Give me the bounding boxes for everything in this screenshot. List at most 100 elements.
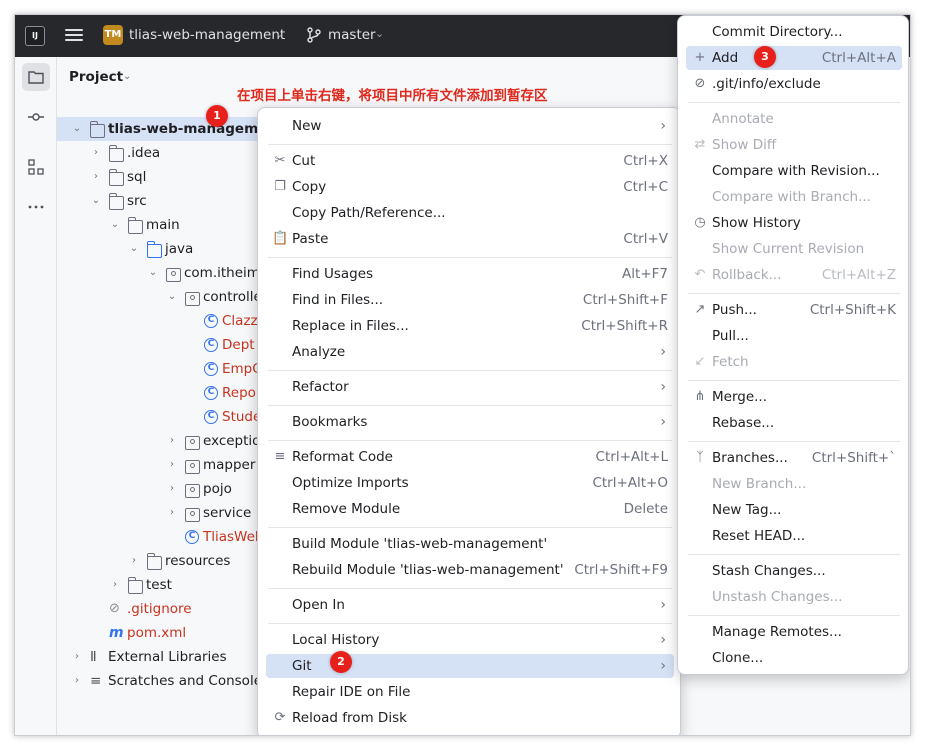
resources-folder-icon	[146, 553, 162, 570]
chevron-right-icon[interactable]: ›	[166, 453, 178, 477]
chevron-right-icon[interactable]: ›	[71, 669, 83, 693]
maven-icon: m	[109, 625, 124, 641]
step-badge-1: 1	[206, 105, 228, 127]
chevron-right-icon[interactable]: ›	[90, 141, 102, 165]
menu-item-show-current-revision[interactable]: Show Current Revision	[686, 237, 902, 261]
menu-item-reload-disk[interactable]: ⟳ Reload from Disk	[266, 706, 674, 730]
menu-item-git[interactable]: Git ›	[266, 654, 674, 678]
main-menu-icon[interactable]	[65, 26, 83, 44]
menu-separator	[268, 405, 672, 406]
menu-item-cut[interactable]: ✂ Cut Ctrl+X	[266, 149, 674, 173]
menu-separator	[268, 623, 672, 624]
menu-item-reformat-code[interactable]: ≡ Reformat Code Ctrl+Alt+L	[266, 445, 674, 469]
project-switcher[interactable]: tlias-web-management	[129, 27, 285, 43]
menu-item-merge[interactable]: ⋔ Merge...	[686, 385, 902, 409]
menu-item-git-exclude[interactable]: ⊘ .git/info/exclude	[686, 72, 902, 96]
menu-item-find-usages[interactable]: Find Usages Alt+F7	[266, 262, 674, 286]
chevron-right-icon: ›	[660, 414, 666, 430]
menu-separator	[268, 588, 672, 589]
menu-item-bookmarks[interactable]: Bookmarks ›	[266, 410, 674, 434]
menu-item-show-diff[interactable]: ⇄ Show Diff	[686, 133, 902, 157]
menu-item-local-history[interactable]: Local History ›	[266, 628, 674, 652]
structure-tool-button[interactable]	[22, 153, 50, 181]
menu-item-paste[interactable]: 📋 Paste Ctrl+V	[266, 227, 674, 251]
menu-item-branches[interactable]: ᛉ Branches... Ctrl+Shift+`	[686, 446, 902, 470]
chevron-right-icon[interactable]: ›	[166, 501, 178, 525]
package-icon	[185, 508, 200, 522]
chevron-down-icon[interactable]: ⌄	[275, 27, 284, 40]
menu-item-pull[interactable]: Pull...	[686, 324, 902, 348]
menu-item-clone[interactable]: Clone...	[686, 646, 902, 670]
chevron-right-icon[interactable]: ›	[109, 573, 121, 597]
menu-item-rebase[interactable]: Rebase...	[686, 411, 902, 435]
menu-separator	[688, 293, 900, 294]
menu-item-build-module[interactable]: Build Module 'tlias-web-management'	[266, 532, 674, 556]
menu-item-new-branch[interactable]: New Branch...	[686, 472, 902, 496]
menu-item-add[interactable]: + Add Ctrl+Alt+A	[686, 46, 902, 70]
tree-item-label: test	[146, 577, 172, 593]
menu-item-replace-in-files[interactable]: Replace in Files... Ctrl+Shift+R	[266, 314, 674, 338]
chevron-right-icon[interactable]: ›	[71, 645, 83, 669]
menu-item-analyze[interactable]: Analyze ›	[266, 340, 674, 364]
chevron-down-icon[interactable]: ⌄	[109, 213, 121, 237]
tree-item-label: controlle	[203, 289, 262, 305]
menu-item-rollback[interactable]: ↶ Rollback... Ctrl+Alt+Z	[686, 263, 902, 287]
menu-item-open-in[interactable]: Open In ›	[266, 593, 674, 617]
chevron-right-icon[interactable]: ›	[166, 477, 178, 501]
menu-item-copy[interactable]: ❐ Copy Ctrl+C	[266, 175, 674, 199]
app-logo[interactable]: IJ	[25, 26, 45, 46]
menu-item-find-in-files[interactable]: Find in Files... Ctrl+Shift+F	[266, 288, 674, 312]
tree-item-label: EmpC	[222, 361, 262, 377]
menu-item-compare-branch[interactable]: Compare with Branch...	[686, 185, 902, 209]
chevron-down-icon[interactable]: ⌄	[90, 189, 102, 213]
step-badge-3: 3	[754, 46, 776, 68]
chevron-down-icon[interactable]: ⌄	[166, 285, 178, 309]
project-tool-button[interactable]	[22, 63, 50, 91]
tree-item-label: exceptio	[203, 433, 261, 449]
project-badge[interactable]: TM	[103, 25, 123, 45]
chevron-down-icon[interactable]: ⌄	[128, 237, 140, 261]
chevron-down-icon[interactable]: ⌄	[123, 71, 131, 82]
tree-item-label: External Libraries	[108, 649, 227, 665]
panel-title[interactable]: Project	[69, 69, 123, 85]
menu-item-show-history[interactable]: ◷ Show History	[686, 211, 902, 235]
menu-item-refactor[interactable]: Refactor ›	[266, 375, 674, 399]
menu-item-new-tag[interactable]: New Tag...	[686, 498, 902, 522]
step-badge-2: 2	[330, 651, 352, 673]
commit-tool-button[interactable]	[22, 103, 50, 131]
menu-separator	[688, 102, 900, 103]
menu-separator	[268, 527, 672, 528]
chevron-down-icon[interactable]: ⌄	[71, 117, 83, 141]
menu-item-stash[interactable]: Stash Changes...	[686, 559, 902, 583]
scissors-icon: ✂	[274, 153, 286, 168]
menu-item-commit-directory[interactable]: Commit Directory...	[686, 20, 902, 44]
class-icon: C	[204, 314, 218, 328]
menu-item-copy-path[interactable]: Copy Path/Reference...	[266, 201, 674, 225]
menu-item-reset-head[interactable]: Reset HEAD...	[686, 524, 902, 548]
chevron-right-icon[interactable]: ›	[128, 549, 140, 573]
tree-item-label: TliasWeb	[203, 529, 264, 545]
branch-switcher[interactable]: master	[328, 27, 376, 43]
package-icon	[185, 460, 200, 474]
clock-icon: ◷	[694, 215, 706, 230]
menu-item-unstash[interactable]: Unstash Changes...	[686, 585, 902, 609]
menu-item-compare-revision[interactable]: Compare with Revision...	[686, 159, 902, 183]
menu-item-annotate[interactable]: Annotate	[686, 107, 902, 131]
menu-item-push[interactable]: ↗ Push... Ctrl+Shift+K	[686, 298, 902, 322]
paste-icon: 📋	[272, 231, 289, 246]
menu-item-new[interactable]: New ›	[266, 114, 674, 138]
menu-item-optimize-imports[interactable]: Optimize Imports Ctrl+Alt+O	[266, 471, 674, 495]
chevron-right-icon[interactable]: ›	[166, 429, 178, 453]
menu-item-manage-remotes[interactable]: Manage Remotes...	[686, 620, 902, 644]
spring-class-icon: C	[185, 530, 199, 544]
menu-item-remove-module[interactable]: Remove Module Delete	[266, 497, 674, 521]
menu-item-rebuild-module[interactable]: Rebuild Module 'tlias-web-management' Ctr…	[266, 558, 674, 582]
menu-item-fetch[interactable]: ↙ Fetch	[686, 350, 902, 374]
more-tools-button[interactable]	[22, 193, 50, 221]
chevron-right-icon[interactable]: ›	[90, 165, 102, 189]
folder-icon	[127, 577, 143, 594]
chevron-down-icon[interactable]: ⌄	[375, 27, 384, 40]
chevron-down-icon[interactable]: ⌄	[147, 261, 159, 285]
menu-item-repair-ide[interactable]: Repair IDE on File	[266, 680, 674, 704]
git-branch-icon[interactable]	[305, 26, 323, 44]
